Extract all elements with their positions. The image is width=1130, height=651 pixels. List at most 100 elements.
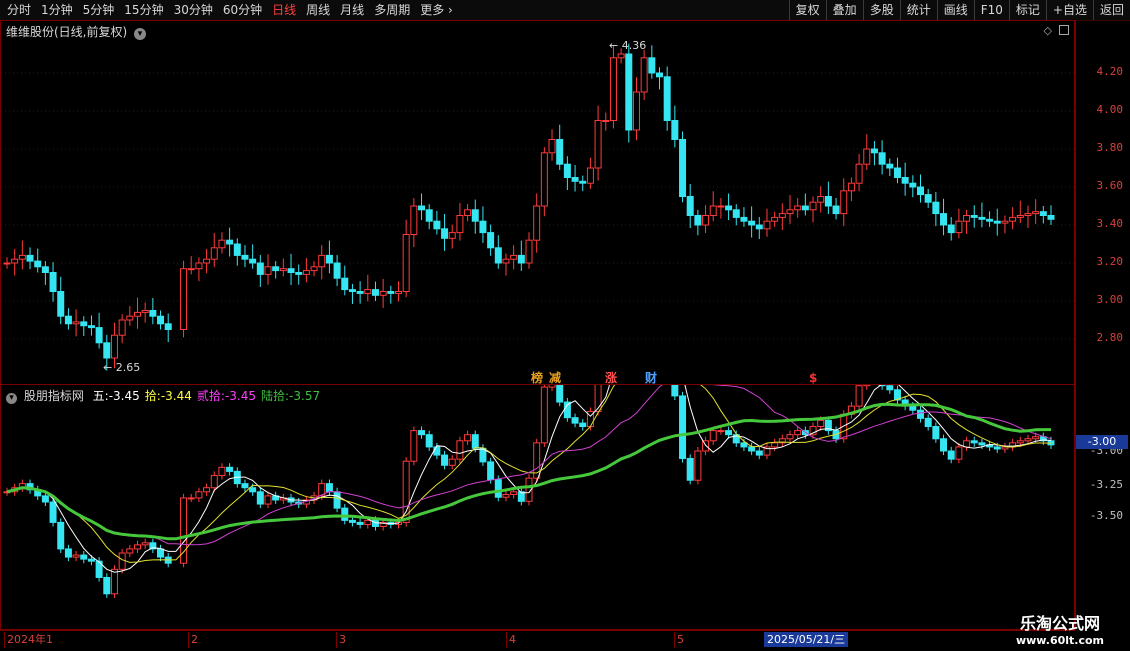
indicator-panel[interactable]: ▾ 股朋指标网 五:-3.45 拾:-3.44 贰拾:-3.45 陆拾:-3.57 [0, 385, 1075, 630]
kline-panel[interactable]: 维维股份(日线,前复权) ▾ ◇ ← 4.36 ← 2.65 榜减涨财 $ [0, 20, 1075, 385]
candle-body [702, 215, 710, 226]
candle-body [149, 310, 157, 317]
watermark: 乐淘公式网 www.60lt.com [990, 610, 1130, 647]
candle-body [625, 53, 633, 131]
period-tab-6[interactable]: 日线 [267, 0, 301, 20]
toolbar-button-8[interactable]: 返回 [1092, 0, 1130, 20]
indicator-candle [425, 434, 433, 448]
indicator-candle [364, 519, 372, 525]
candle-body [87, 325, 95, 329]
candle-body [348, 289, 356, 293]
candle-body [694, 215, 702, 226]
candle-body [341, 277, 349, 291]
candle-body [256, 262, 264, 275]
toolbar-button-4[interactable]: 画线 [936, 0, 974, 20]
period-tab-7[interactable]: 周线 [301, 0, 335, 20]
candle-body [1047, 215, 1055, 220]
price-tick: 2.80 [1096, 331, 1124, 344]
indicator-candle [72, 554, 80, 558]
indicator-candle [448, 458, 456, 466]
toolbar-button-7[interactable]: +自选 [1045, 0, 1093, 20]
candle-body [878, 152, 886, 165]
indicator-candle [794, 430, 802, 436]
indicator-candle [187, 497, 195, 500]
candle-body [325, 254, 333, 264]
toolbar-button-6[interactable]: 标记 [1008, 0, 1046, 20]
indicator-candle [210, 474, 218, 489]
candle-body [955, 220, 963, 234]
candle-body [970, 215, 978, 218]
candle-body [379, 291, 387, 296]
period-tabs: 分时 1分钟 5分钟 15分钟 30分钟 60分钟 日线 周线 月线 多周期 更多 › [2, 0, 458, 20]
price-tick: 3.00 [1096, 293, 1124, 306]
indicator-candle [103, 576, 111, 595]
indicator-tick: -3.50 [1089, 509, 1123, 522]
candle-body [241, 254, 249, 260]
date-label: 5 [674, 632, 684, 648]
candle-body [832, 205, 840, 215]
candle-body [786, 209, 794, 215]
event-badge: 榜 [531, 370, 543, 384]
indicator-candle [717, 430, 725, 433]
period-tab-1[interactable]: 1分钟 [36, 0, 78, 20]
candle-body [525, 239, 533, 264]
indicator-candle [947, 450, 955, 460]
indicator-candle [886, 385, 894, 391]
toolbar-button-1[interactable]: 叠加 [825, 0, 863, 20]
indicator-candle [694, 450, 702, 481]
period-tab-5[interactable]: 60分钟 [218, 0, 267, 20]
indicator-candle [679, 395, 687, 459]
candle-body [640, 57, 648, 93]
candle-body [110, 334, 118, 359]
candle-body [18, 254, 26, 260]
candle-body [80, 321, 88, 327]
candle-body [932, 201, 940, 215]
candle-body [740, 216, 748, 222]
candle-body [1001, 220, 1009, 224]
candle-body [433, 220, 441, 230]
period-tab-0[interactable]: 分时 [2, 0, 36, 20]
candle-body [95, 327, 103, 344]
indicator-candle [49, 501, 57, 523]
indicator-candle [356, 521, 364, 525]
indicator-candle [110, 568, 118, 595]
period-tab-3[interactable]: 15分钟 [119, 0, 168, 20]
indicator-candle [203, 487, 211, 493]
indicator-candle [264, 495, 272, 505]
candle-body [272, 266, 280, 272]
toolbar-button-5[interactable]: F10 [973, 0, 1009, 20]
candle-body [901, 177, 909, 184]
candle-body [1039, 211, 1047, 216]
indicator-candle [80, 554, 88, 560]
candle-body [249, 258, 257, 264]
candle-body [940, 213, 948, 226]
candle-body [3, 262, 11, 265]
period-tab-4[interactable]: 30分钟 [169, 0, 218, 20]
candle-body [180, 268, 188, 330]
toolbar-button-2[interactable]: 多股 [862, 0, 900, 20]
period-tab-10[interactable]: 更多 › [415, 0, 458, 20]
period-tab-8[interactable]: 月线 [335, 0, 369, 20]
candle-body [963, 215, 971, 222]
indicator-candle [118, 552, 126, 570]
candle-body [794, 205, 802, 211]
indicator-candle [786, 434, 794, 440]
indicator-candle [955, 446, 963, 460]
price-axis: 4.20 4.00 3.80 3.60 3.40 3.20 3.00 2.80 [1075, 20, 1130, 385]
watermark-title: 乐淘公式网 [1019, 614, 1100, 633]
indicator-candle [978, 442, 986, 446]
candle-body [1009, 216, 1017, 222]
indicator-candle [740, 442, 748, 448]
indicator-candle [333, 491, 341, 509]
candle-body [594, 120, 602, 169]
ma60-line [6, 402, 1051, 541]
period-tab-2[interactable]: 5分钟 [78, 0, 120, 20]
indicator-candle [510, 491, 518, 496]
indicator-candle [433, 446, 441, 456]
watermark-url: www.60lt.com [1015, 634, 1105, 647]
candle-body [548, 139, 556, 154]
toolbar-button-3[interactable]: 统计 [899, 0, 937, 20]
candle-body [448, 232, 456, 239]
toolbar-button-0[interactable]: 复权 [788, 0, 826, 20]
period-tab-9[interactable]: 多周期 [369, 0, 415, 20]
